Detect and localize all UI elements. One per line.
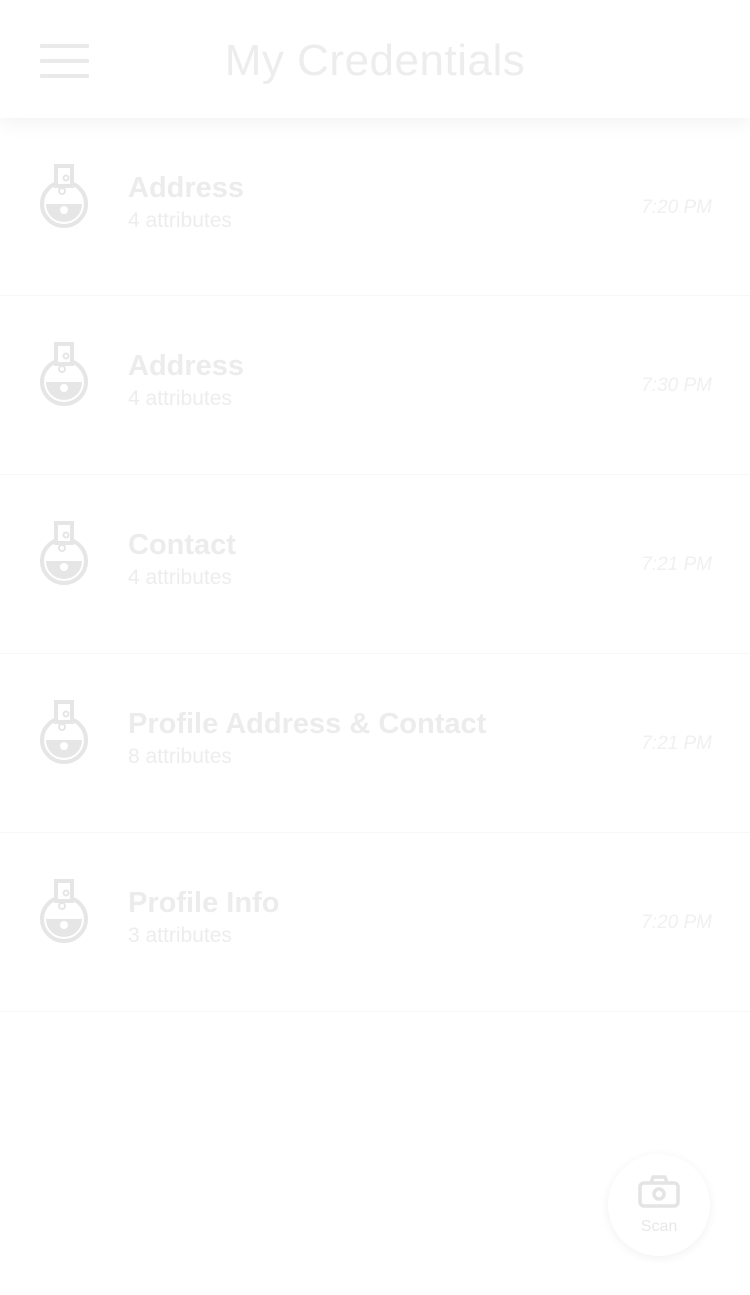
- credential-item[interactable]: Address 4 attributes 7:30 PM: [0, 296, 750, 475]
- credential-name: Address: [128, 172, 245, 204]
- credential-time: 7:21 PM: [641, 554, 712, 575]
- flask-icon: [40, 700, 88, 764]
- flask-icon: [40, 879, 88, 943]
- app-header: My Credentials: [0, 0, 750, 118]
- page-title: My Credentials: [224, 36, 526, 85]
- credential-name: Profile Address & Contact: [128, 708, 487, 740]
- flask-icon: [40, 521, 88, 585]
- credential-attributes: 4 attributes: [128, 209, 232, 232]
- credential-time: 7:20 PM: [641, 912, 712, 933]
- credential-time: 7:21 PM: [641, 733, 712, 754]
- credential-name: Profile Info: [128, 887, 280, 919]
- camera-icon: [638, 1175, 680, 1208]
- flask-icon: [40, 342, 88, 406]
- scan-button[interactable]: Scan: [608, 1154, 710, 1256]
- credential-time: 7:20 PM: [641, 197, 712, 218]
- scan-label: Scan: [640, 1218, 678, 1235]
- credential-item[interactable]: Profile Address & Contact 8 attributes 7…: [0, 654, 750, 833]
- credential-list: Address 4 attributes 7:20 PM Address 4 a…: [0, 118, 750, 1012]
- credential-time: 7:30 PM: [641, 375, 712, 396]
- credential-attributes: 8 attributes: [128, 745, 232, 768]
- credential-attributes: 4 attributes: [128, 566, 232, 589]
- credential-name: Contact: [128, 529, 236, 561]
- credential-attributes: 3 attributes: [128, 924, 232, 947]
- credential-item[interactable]: Address 4 attributes 7:20 PM: [0, 118, 750, 296]
- credential-attributes: 4 attributes: [128, 387, 232, 410]
- credential-item[interactable]: Contact 4 attributes 7:21 PM: [0, 475, 750, 654]
- credential-name: Address: [128, 350, 245, 382]
- flask-icon: [40, 164, 88, 228]
- credential-item[interactable]: Profile Info 3 attributes 7:20 PM: [0, 833, 750, 1012]
